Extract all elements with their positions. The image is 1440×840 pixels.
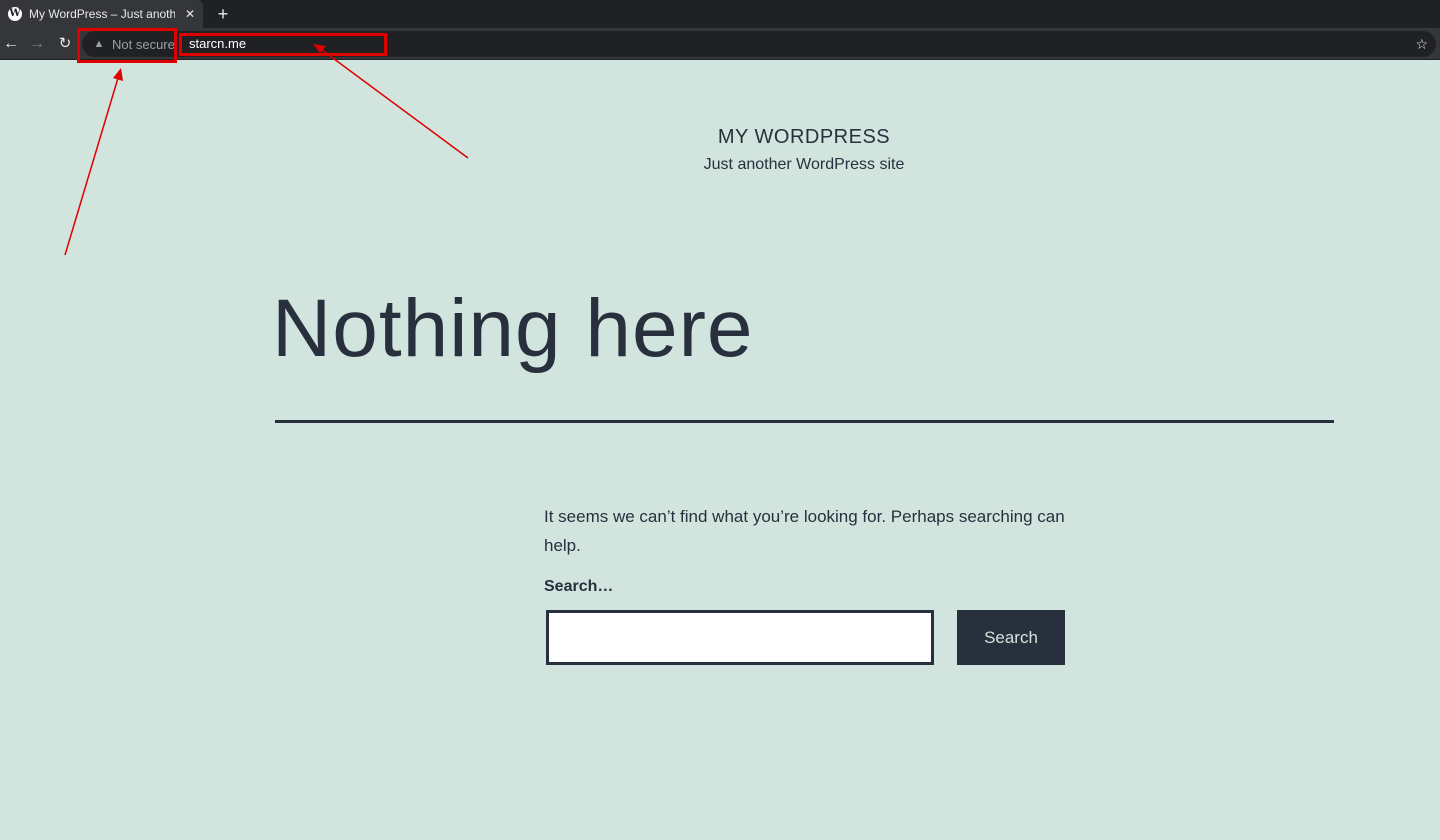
search-label: Search… xyxy=(544,578,614,595)
search-button[interactable]: Search xyxy=(957,610,1065,665)
back-arrow-icon[interactable]: ← xyxy=(0,33,22,55)
bookmark-star-icon[interactable]: ☆ xyxy=(1415,31,1428,57)
wordpress-favicon-icon: W xyxy=(8,7,22,21)
annotation-box-security xyxy=(77,28,177,63)
browser-tab-strip: W My WordPress – Just another W ✕ + xyxy=(0,0,1440,28)
forward-arrow-icon[interactable]: → xyxy=(26,33,48,55)
heading-divider xyxy=(275,420,1334,423)
tab-close-icon[interactable]: ✕ xyxy=(183,8,197,20)
site-title[interactable]: MY WORDPRESS xyxy=(0,126,1440,149)
reload-icon[interactable]: ↻ xyxy=(54,33,76,55)
page-title: Nothing here xyxy=(272,283,754,374)
annotation-box-url xyxy=(179,33,387,56)
site-description: Just another WordPress site xyxy=(703,156,905,173)
new-tab-button[interactable]: + xyxy=(213,4,233,24)
browser-tab[interactable]: W My WordPress – Just another W ✕ xyxy=(0,0,203,28)
tab-title: My WordPress – Just another W xyxy=(29,7,175,21)
search-input[interactable] xyxy=(546,610,934,665)
not-found-message: It seems we can’t find what you’re looki… xyxy=(544,507,1065,555)
